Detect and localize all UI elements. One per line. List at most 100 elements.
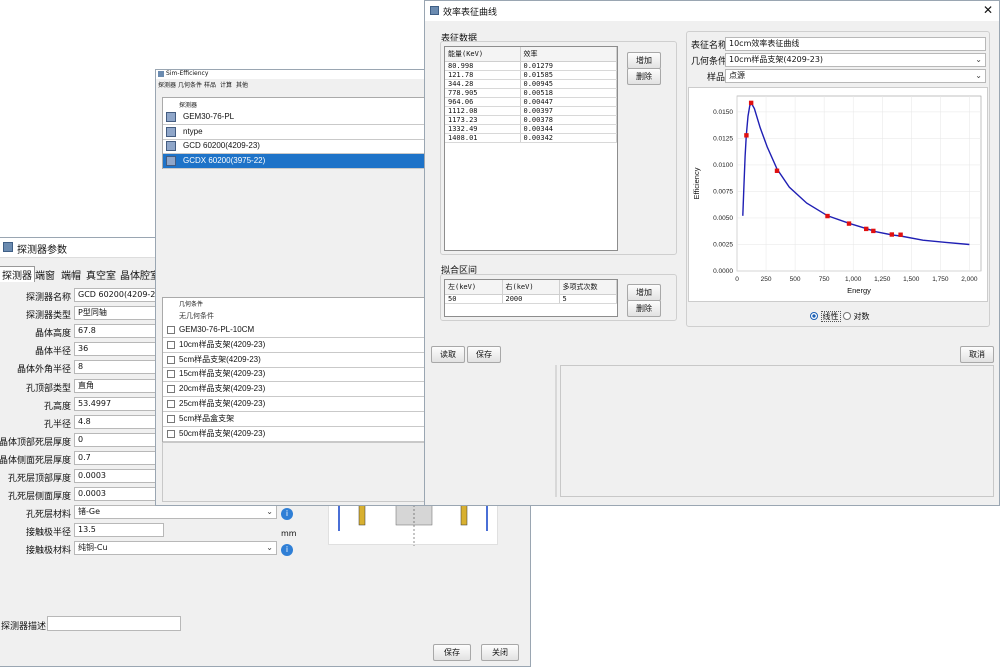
detector-list-item[interactable]: GEM30-76-PL (163, 110, 426, 125)
efficiency-cell[interactable]: 0.01279 (520, 61, 617, 71)
efficiency-data-table[interactable]: 能量(KeV) 效率 80.998 0.01279 121.78 0.01585 344… (444, 46, 618, 251)
data-add-button[interactable]: 增加 (627, 52, 661, 69)
efficiency-cell[interactable]: 0.00342 (520, 133, 617, 143)
detector-field-select[interactable]: 锗-Ge ⌄ (74, 505, 277, 520)
fit-left-header[interactable]: 左(keV) (445, 280, 503, 295)
tab-vacuum[interactable]: 真空室 (86, 267, 116, 282)
read-button[interactable]: 读取 (431, 346, 465, 363)
fit-left-value[interactable]: 50 (445, 294, 503, 304)
detector-field-input[interactable]: 36 (74, 342, 164, 357)
scale-radio-log[interactable]: 对数 (843, 311, 870, 322)
table-row[interactable]: 1408.01 0.00342 (445, 133, 617, 143)
fit-degree-value[interactable]: 5 (559, 294, 617, 304)
radio-log-label: 对数 (853, 312, 870, 321)
table-row[interactable]: 1112.08 0.00397 (445, 106, 617, 116)
efficiency-cell[interactable]: 0.01585 (520, 70, 617, 80)
energy-cell[interactable]: 1408.01 (445, 133, 521, 143)
fit-range-table[interactable]: 左(keV) 右(keV) 多项式次数 50 2000 5 (444, 279, 618, 317)
detector-drawing (338, 501, 488, 546)
detector-field-select[interactable]: 纯铜-Cu ⌄ (74, 541, 277, 556)
table-row[interactable]: 1173.23 0.00378 (445, 115, 617, 125)
energy-cell[interactable]: 121.78 (445, 70, 521, 80)
col-efficiency-header[interactable]: 效率 (520, 47, 617, 62)
detector-list-item[interactable]: GCD 60200(4209-23) (163, 139, 426, 154)
menu-sample[interactable]: 样品 (204, 80, 216, 89)
fit-right-header[interactable]: 右(keV) (502, 280, 560, 295)
detector-field-input[interactable]: 13.5 (74, 523, 164, 538)
efficiency-cell[interactable]: 0.00397 (520, 106, 617, 116)
table-row[interactable]: 964.06 0.00447 (445, 97, 617, 107)
detector-list: 探测器 GEM30-76-PL ntype GCD 60200(4209-23) GC… (162, 97, 427, 169)
sample-select[interactable]: 点源 ⌄ (725, 69, 986, 83)
efficiency-cell[interactable]: 0.00518 (520, 88, 617, 98)
checkbox[interactable] (167, 414, 175, 423)
detector-save-button[interactable]: 保存 (433, 644, 471, 661)
table-row[interactable]: 1332.49 0.00344 (445, 124, 617, 134)
checkbox[interactable] (167, 400, 175, 408)
tab-crystal-chamber[interactable]: 晶体腔室 (120, 267, 160, 282)
detector-field-input[interactable]: P型同轴 (74, 306, 164, 321)
geometry-list-item-label: 50cm样品支架(4209-23) (179, 428, 266, 438)
table-row[interactable]: 80.998 0.01279 (445, 61, 617, 71)
energy-cell[interactable]: 1332.49 (445, 124, 521, 134)
detector-field-input[interactable]: 0.0003 (74, 487, 164, 502)
checkbox[interactable] (167, 429, 175, 438)
detector-field-input[interactable]: 0.0003 (74, 469, 164, 483)
detector-list-item[interactable]: GCDX 60200(3975-22) (163, 153, 426, 169)
close-icon[interactable]: ✕ (983, 3, 993, 17)
detector-field-input[interactable]: GCD 60200(4209-23) (74, 288, 164, 302)
geometry-select-value: 10cm样品支架(4209-23) (729, 55, 824, 64)
checkbox[interactable] (167, 340, 175, 349)
tab-detector[interactable]: 探测器 (0, 266, 35, 282)
eff-save-button[interactable]: 保存 (467, 346, 501, 363)
table-row[interactable]: 344.28 0.00945 (445, 79, 617, 89)
detector-field-input[interactable]: 8 (74, 360, 164, 375)
fit-add-button[interactable]: 增加 (627, 284, 661, 301)
efficiency-cell[interactable]: 0.00447 (520, 97, 617, 107)
detector-field-input[interactable]: 直角 (74, 378, 164, 393)
scale-radio-linear[interactable]: 线性 (810, 311, 841, 322)
energy-cell[interactable]: 1112.08 (445, 106, 521, 116)
energy-cell[interactable]: 964.06 (445, 97, 521, 107)
energy-cell[interactable]: 778.905 (445, 88, 521, 98)
data-delete-button[interactable]: 删除 (627, 68, 661, 85)
efficiency-cell[interactable]: 0.00945 (520, 79, 617, 89)
cancel-button[interactable]: 取消 (960, 346, 994, 363)
detector-desc-field[interactable] (47, 616, 181, 631)
menu-geometry[interactable]: 几何条件 (178, 80, 202, 89)
menu-calc[interactable]: 计算 (220, 80, 232, 89)
efficiency-cell[interactable]: 0.00378 (520, 115, 617, 125)
efficiency-cell[interactable]: 0.00344 (520, 124, 617, 134)
geometry-select[interactable]: 10cm样品支架(4209-23) ⌄ (725, 53, 986, 67)
detector-field-input[interactable]: 67.8 (74, 324, 164, 339)
detector-field-input[interactable]: 0.7 (74, 450, 164, 465)
tab-endwindow[interactable]: 端窗 (35, 267, 55, 282)
detector-field-input[interactable]: 53.4997 (74, 396, 164, 411)
detector-field-label: 孔死层材料 (25, 510, 71, 521)
info-icon[interactable]: i (281, 544, 293, 556)
detector-field-input[interactable]: 4.8 (74, 414, 164, 429)
menu-other[interactable]: 其他 (236, 80, 248, 89)
col-energy-header[interactable]: 能量(KeV) (445, 47, 521, 62)
detector-field-input[interactable]: 0 (74, 432, 164, 447)
detector-field-value: 13.5 (78, 525, 96, 535)
menu-detector[interactable]: 探测器 (158, 80, 176, 89)
fit-degree-header[interactable]: 多项式次数 (559, 280, 617, 295)
info-icon[interactable]: i (281, 508, 293, 520)
checkbox[interactable] (167, 326, 175, 334)
detector-list-item[interactable]: ntype (163, 125, 426, 140)
energy-cell[interactable]: 80.998 (445, 61, 521, 71)
checkbox[interactable] (167, 355, 175, 364)
checkbox[interactable] (167, 370, 175, 379)
checkbox[interactable] (167, 385, 175, 394)
energy-cell[interactable]: 344.28 (445, 79, 521, 89)
energy-cell[interactable]: 1173.23 (445, 115, 521, 125)
tab-endcap[interactable]: 端帽 (61, 267, 81, 282)
detector-icon (166, 126, 176, 137)
table-row[interactable]: 121.78 0.01585 (445, 70, 617, 80)
curve-name-field[interactable]: 10cm效率表征曲线 (725, 37, 986, 51)
fit-delete-button[interactable]: 删除 (627, 300, 661, 317)
table-row[interactable]: 778.905 0.00518 (445, 88, 617, 98)
detector-close-button[interactable]: 关闭 (481, 644, 519, 661)
fit-right-value[interactable]: 2000 (502, 294, 560, 304)
